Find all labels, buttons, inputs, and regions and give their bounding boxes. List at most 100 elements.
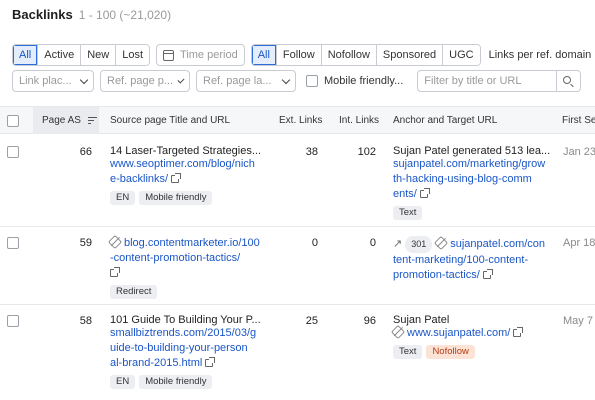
ref-page-language-dropdown[interactable]: Ref. page la... [196, 70, 296, 92]
nofollow-icon [434, 235, 449, 251]
anchor-text: Sujan Patel [393, 314, 450, 326]
source-url-link[interactable]: www.seoptimer.com/blog/nich e-backlinks/ [110, 157, 270, 187]
redirect-arrow-icon: ↗ [393, 238, 403, 250]
language-tag: EN [110, 191, 136, 205]
results-count: 1 - 100 (~21,020) [78, 8, 172, 22]
link-type-tag: Text [393, 345, 423, 359]
page-as-value: 58 [79, 315, 92, 327]
calendar-icon [163, 49, 175, 61]
table-row: 59 blog.contentmarketer.io/100 -content-… [0, 227, 595, 305]
link-placement-dropdown[interactable]: Link plac... [12, 70, 94, 92]
external-link-icon[interactable] [419, 188, 430, 198]
column-anchor-target[interactable]: Anchor and Target URL [393, 107, 497, 134]
ext-links-value: 25 [305, 315, 318, 327]
source-cell: blog.contentmarketer.io/100 -content-pro… [107, 234, 270, 299]
ref-page-language-label: Ref. page la... [203, 75, 272, 87]
mobile-friendly-checkbox[interactable] [306, 75, 318, 87]
status-filter-lost[interactable]: Lost [115, 45, 150, 65]
source-url-link[interactable]: blog.contentmarketer.io/100 -content-pro… [107, 234, 270, 281]
first-seen-date: Apr 18 [563, 237, 595, 249]
column-page-as[interactable]: Page AS [33, 107, 99, 134]
status-filter-group: All Active New Lost [12, 44, 151, 66]
mobile-friendly-tag: Mobile friendly [139, 375, 213, 389]
url-line: sujanpatel.com/con [450, 238, 546, 250]
anchor-cell: Sujan Patel generated 513 lea... sujanpa… [393, 145, 551, 220]
link-type-tag: Text [393, 206, 423, 220]
ref-page-p-dropdown[interactable]: Ref. page p... [100, 70, 190, 92]
external-link-icon[interactable] [171, 173, 182, 183]
external-link-icon[interactable] [482, 269, 493, 279]
column-ext-links[interactable]: Ext. Links [279, 107, 322, 134]
row-checkbox[interactable] [7, 237, 19, 249]
ref-page-p-label: Ref. page p... [107, 75, 174, 87]
link-type-filter-group: All Follow Nofollow Sponsored UGC [250, 44, 481, 66]
source-cell: 14 Laser-Targeted Strategies... www.seop… [110, 145, 270, 205]
url-line: smallbiztrends.com/2015/03/g [110, 327, 257, 339]
external-link-icon[interactable] [205, 357, 216, 367]
url-line: blog.contentmarketer.io/100 [124, 237, 260, 249]
table-header: Page AS Source page Title and URL Ext. L… [0, 106, 595, 134]
page-header: Backlinks 1 - 100 (~21,020) [12, 7, 171, 25]
int-links-value: 102 [357, 146, 376, 158]
source-title[interactable]: 14 Laser-Targeted Strategies... [110, 145, 270, 157]
status-filter-all[interactable]: All [13, 45, 38, 65]
filters-row-2: Link plac... Ref. page p... Ref. page la… [12, 70, 582, 92]
row-checkbox[interactable] [7, 146, 19, 158]
search-button[interactable] [557, 70, 582, 92]
type-filter-sponsored[interactable]: Sponsored [375, 45, 443, 65]
redirect-tag: Redirect [110, 285, 158, 299]
column-source-page[interactable]: Source page Title and URL [110, 107, 230, 134]
links-per-ref-domain-label[interactable]: Links per ref. domain [489, 49, 592, 61]
time-period-picker[interactable]: Time period [156, 44, 245, 66]
title-url-filter-input[interactable] [417, 70, 558, 92]
table-row: 66 14 Laser-Targeted Strategies... www.s… [0, 134, 595, 227]
search-icon [563, 76, 572, 84]
nofollow-tag: Nofollow [426, 345, 475, 359]
external-link-icon[interactable] [513, 327, 524, 337]
status-filter-active[interactable]: Active [37, 45, 81, 65]
language-tag: EN [110, 375, 136, 389]
url-line: uide-to-building-your-person [110, 342, 248, 354]
chevron-down-icon [177, 75, 185, 84]
url-line: promotion-tactics/ [393, 269, 480, 281]
ext-links-value: 0 [311, 237, 318, 249]
url-line: th-hacking-using-blog-comm [393, 173, 532, 185]
chevron-down-icon [79, 75, 89, 84]
type-filter-all[interactable]: All [251, 45, 276, 65]
source-title[interactable]: 101 Guide To Building Your P... [110, 314, 270, 326]
target-url-link[interactable]: www.sujanpatel.com/ [390, 324, 548, 341]
source-cell: 101 Guide To Building Your P... smallbiz… [110, 314, 270, 389]
anchor-cell: Sujan Patel www.sujanpatel.com/ Text Nof… [390, 314, 548, 359]
select-all-checkbox[interactable] [7, 115, 19, 127]
type-filter-follow[interactable]: Follow [275, 45, 321, 65]
table-row: 58 101 Guide To Building Your P... small… [0, 305, 595, 400]
target-url-link[interactable]: ↗ 301 sujanpatel.com/con tent-marketing/… [393, 235, 553, 283]
url-line: -content-promotion-tactics/ [110, 252, 241, 264]
mobile-friendly-filter[interactable]: Mobile friendly... [306, 75, 403, 87]
time-period-label: Time period [180, 49, 238, 61]
url-line: www.sujanpatel.com/ [407, 327, 511, 339]
target-url-link[interactable]: sujanpatel.com/marketing/grow th-hacking… [393, 157, 548, 202]
url-line: ents/ [393, 188, 417, 200]
page-title: Backlinks [12, 7, 73, 22]
sort-descending-icon [87, 115, 97, 126]
filters-row-1: All Active New Lost Time period All Foll… [12, 44, 591, 66]
url-line: e-backlinks/ [110, 173, 169, 185]
type-filter-nofollow[interactable]: Nofollow [320, 45, 376, 65]
page-as-value: 59 [79, 237, 92, 249]
column-page-as-label: Page AS [42, 115, 81, 126]
status-filter-new[interactable]: New [80, 45, 116, 65]
url-line: sujanpatel.com/marketing/grow [393, 158, 546, 170]
link-placement-label: Link plac... [19, 75, 72, 87]
anchor-text: Sujan Patel generated 513 lea... [393, 145, 551, 157]
mobile-friendly-label: Mobile friendly... [324, 75, 404, 87]
type-filter-ugc[interactable]: UGC [442, 45, 480, 65]
column-first-seen[interactable]: First Se [562, 107, 595, 134]
int-links-value: 96 [363, 315, 376, 327]
source-url-link[interactable]: smallbiztrends.com/2015/03/g uide-to-bui… [110, 326, 270, 371]
column-int-links[interactable]: Int. Links [339, 107, 379, 134]
chevron-down-icon [281, 75, 291, 84]
external-link-icon[interactable] [110, 267, 120, 277]
row-checkbox[interactable] [7, 315, 19, 327]
nofollow-icon [107, 234, 123, 250]
